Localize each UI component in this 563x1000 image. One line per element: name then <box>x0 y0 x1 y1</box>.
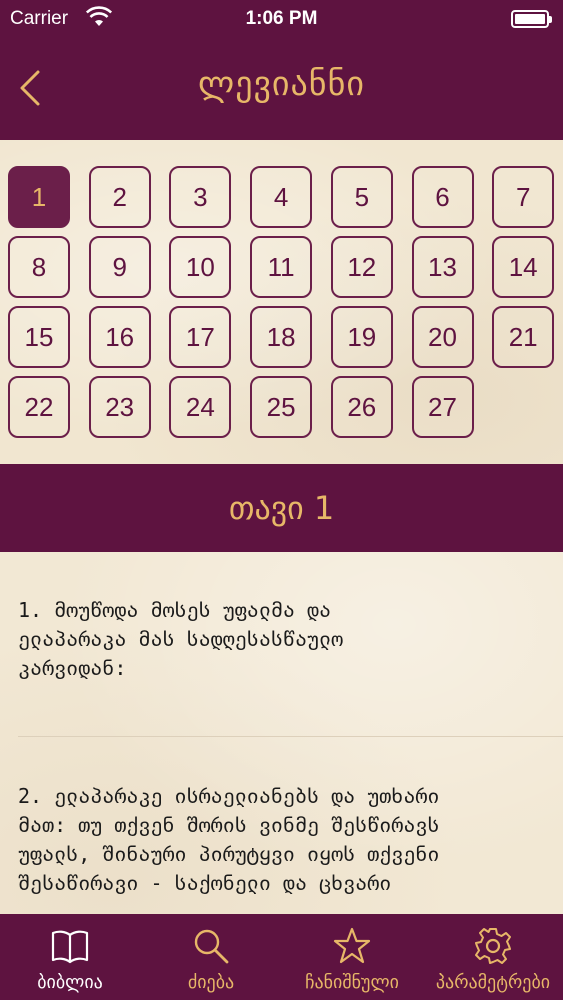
verse-line: მათ: თუ თქვენ შორის ვინმე შესწირავს <box>18 813 440 837</box>
verse-item: 1. მოუწოდა მოსეს უფალმა და ელაპარაკა მას … <box>18 596 548 683</box>
chapter-button-23[interactable]: 23 <box>88 376 151 438</box>
chapter-button-25[interactable]: 25 <box>250 376 313 438</box>
tab-book[interactable]: ბიბლია <box>0 914 140 1000</box>
chapter-button-24[interactable]: 24 <box>169 376 232 438</box>
chapter-button-3[interactable]: 3 <box>169 166 232 228</box>
verse-line: 2. ელაპარაკე ისრაელიანებს და უთხარი <box>18 784 440 808</box>
chapter-button-8[interactable]: 8 <box>8 236 70 298</box>
tab-star[interactable]: ჩანიშნული <box>282 914 422 1000</box>
chapter-button-12[interactable]: 12 <box>330 236 393 298</box>
verse-line: კარვიდან: <box>18 656 127 680</box>
chapter-button-7[interactable]: 7 <box>492 166 555 228</box>
page-title: ლევიანნი <box>198 64 365 104</box>
chapter-button-15[interactable]: 15 <box>8 306 70 368</box>
chapter-heading: თავი 1 <box>0 464 563 552</box>
chapter-button-20[interactable]: 20 <box>411 306 474 368</box>
chapter-button-14[interactable]: 14 <box>492 236 555 298</box>
verse-content[interactable]: 1. მოუწოდა მოსეს უფალმა და ელაპარაკა მას … <box>0 552 563 914</box>
tab-label: ბიბლია <box>37 972 103 993</box>
tab-label: ჩანიშნული <box>305 972 399 993</box>
status-bar: Carrier 1:06 PM <box>0 0 563 38</box>
battery-icon <box>511 10 552 28</box>
chapter-button-4[interactable]: 4 <box>250 166 313 228</box>
tab-label: პარამეტრები <box>435 972 551 993</box>
chapter-button-1[interactable]: 1 <box>8 166 70 228</box>
top-bar: Carrier 1:06 PM ლევიანნი <box>0 0 563 140</box>
chapter-button-2[interactable]: 2 <box>88 166 151 228</box>
tab-gear[interactable]: პარამეტრები <box>423 914 563 1000</box>
verse-line: ელაპარაკა მას სადღესასწაულო <box>18 627 344 651</box>
chapter-button-17[interactable]: 17 <box>169 306 232 368</box>
chapter-button-19[interactable]: 19 <box>330 306 393 368</box>
verse-item: 2. ელაპარაკე ისრაელიანებს და უთხარი მათ: … <box>18 782 548 898</box>
chapter-button-18[interactable]: 18 <box>250 306 313 368</box>
chapter-button-26[interactable]: 26 <box>330 376 393 438</box>
chapter-button-27[interactable]: 27 <box>411 376 474 438</box>
verse-divider <box>18 736 563 737</box>
tab-label: ძიება <box>187 972 235 993</box>
chapter-button-16[interactable]: 16 <box>88 306 151 368</box>
verse-line: შესაწირავი - საქონელი და ცხვარი <box>18 871 392 895</box>
chapter-grid: 1 2 3 4 5 6 7 8 9 10 11 12 13 14 15 16 17 18 19 20 21 22 23 24 2… <box>0 140 563 464</box>
chapter-button-22[interactable]: 22 <box>8 376 70 438</box>
verse-line: 1. მოუწოდა მოსეს უფალმა და <box>18 598 332 622</box>
chapter-button-10[interactable]: 10 <box>169 236 232 298</box>
chapter-button-5[interactable]: 5 <box>330 166 393 228</box>
chapter-button-11[interactable]: 11 <box>250 236 313 298</box>
tab-bar: ბიბლია ძიება ჩანიშნული პარამეტრები <box>0 914 563 1000</box>
chapter-button-21[interactable]: 21 <box>492 306 555 368</box>
tab-search[interactable]: ძიება <box>141 914 281 1000</box>
chapter-button-6[interactable]: 6 <box>411 166 474 228</box>
verse-line: უფალს, შინაური პირუტყვი იყოს თქვენი <box>18 842 440 866</box>
chapter-button-13[interactable]: 13 <box>411 236 474 298</box>
status-time: 1:06 PM <box>245 8 318 29</box>
chapter-button-9[interactable]: 9 <box>88 236 151 298</box>
